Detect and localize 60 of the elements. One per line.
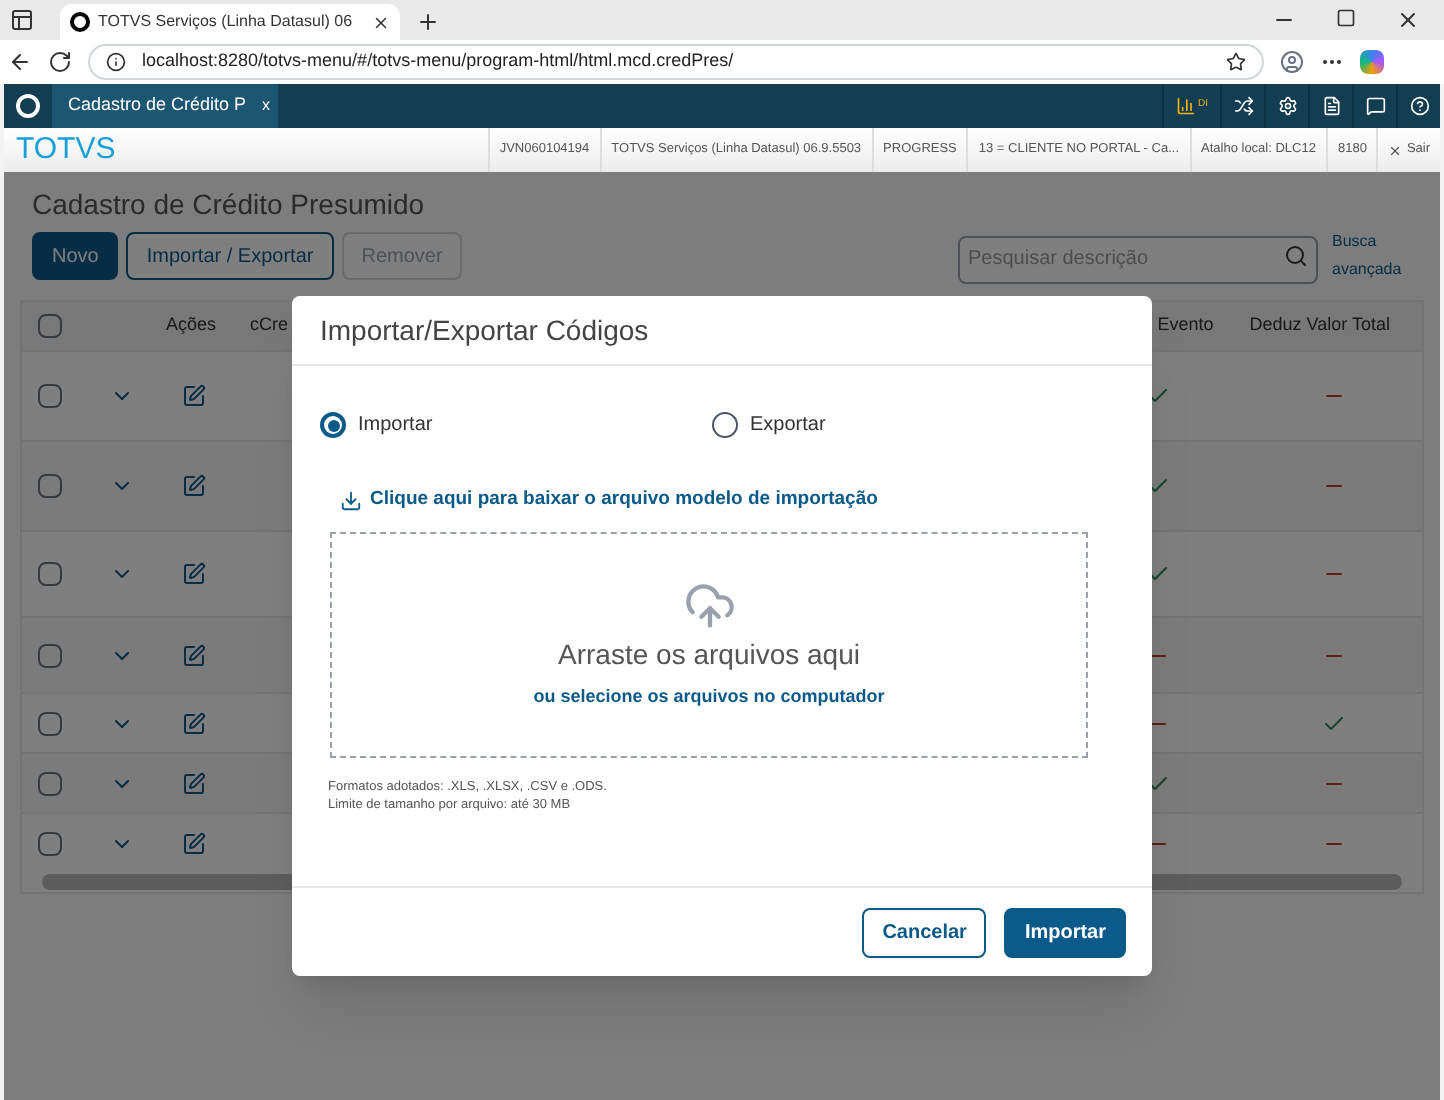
cloud-upload-icon (683, 580, 735, 632)
chat-icon[interactable] (1365, 96, 1385, 116)
info-icon[interactable] (106, 52, 126, 72)
restore-icon[interactable] (1336, 8, 1356, 28)
dropzone[interactable]: Arraste os arquivos aqui ou selecione os arquivos no computador (330, 532, 1088, 759)
browser-tab[interactable]: TOTVS Serviços (Linha Datasul) 06 (60, 4, 400, 40)
checkbox[interactable] (38, 643, 62, 667)
radio-option[interactable]: Exportar (712, 410, 1104, 440)
radio-button[interactable] (712, 412, 738, 438)
star-icon[interactable] (1226, 52, 1246, 72)
address-bar[interactable]: localhost:8280/totvs-menu/#/totvs-menu/program-html/html.mcd.credPres/ (88, 44, 1264, 80)
radio-button[interactable] (320, 412, 346, 438)
document-icon[interactable] (1321, 96, 1341, 116)
edit-icon[interactable] (182, 384, 206, 408)
tab-actions-icon[interactable] (10, 8, 34, 32)
signal-icon (1176, 96, 1196, 116)
checkbox[interactable] (38, 474, 62, 498)
toolbar-button[interactable]: Importar / Exportar (126, 232, 334, 280)
edit-icon[interactable] (182, 771, 206, 795)
checkbox[interactable] (38, 771, 62, 795)
checkbox[interactable] (38, 314, 62, 338)
program-tab[interactable]: Cadastro de Crédito P x (52, 84, 278, 128)
advanced-search-link[interactable]: Busca avançada (1332, 228, 1412, 284)
radio-option[interactable]: Importar (320, 410, 712, 440)
dialog-button[interactable]: Importar (1004, 907, 1126, 957)
settings-icon[interactable] (1277, 96, 1297, 116)
dialog-button[interactable]: Cancelar (862, 907, 987, 957)
column-header[interactable]: Ações (166, 312, 250, 340)
edit-icon[interactable] (182, 831, 206, 855)
edit-icon[interactable] (182, 711, 206, 735)
close-icon[interactable] (1396, 8, 1420, 32)
toolbar-button[interactable]: Novo (32, 232, 119, 280)
close-icon (1388, 143, 1403, 157)
dialog-title: Importar/Exportar Códigos (320, 311, 649, 350)
checkbox[interactable] (38, 711, 62, 735)
page-title: Cadastro de Crédito Presumido (32, 186, 427, 224)
new-tab-icon[interactable] (416, 10, 440, 34)
back-icon[interactable] (8, 50, 32, 74)
shuffle-icon[interactable] (1233, 96, 1253, 116)
download-template-link[interactable]: Clique aqui para baixar o arquivo modelo de importação (340, 486, 1124, 515)
select-files-link[interactable]: ou selecione os arquivos no computador (533, 684, 885, 711)
close-icon[interactable] (372, 13, 390, 31)
checkbox[interactable] (38, 384, 62, 408)
copilot-icon[interactable] (1360, 50, 1384, 74)
checkbox[interactable] (38, 562, 62, 586)
profile-icon[interactable] (1280, 50, 1304, 74)
help-icon[interactable] (1409, 96, 1429, 116)
search-icon (1284, 244, 1308, 268)
dropzone-title: Arraste os arquivos aqui (558, 636, 860, 674)
edit-icon[interactable] (182, 474, 206, 498)
column-header[interactable]: Deduz Valor Total (1249, 312, 1390, 340)
download-icon (340, 489, 362, 512)
totvs-logo: TOTVS (14, 129, 118, 170)
column-header[interactable]: cCre (250, 312, 289, 340)
app-logo-icon[interactable] (16, 94, 40, 118)
edit-icon[interactable] (182, 643, 206, 667)
checkbox[interactable] (38, 831, 62, 855)
reload-icon[interactable] (48, 50, 72, 74)
edit-icon[interactable] (182, 562, 206, 586)
site-icon (70, 12, 90, 32)
